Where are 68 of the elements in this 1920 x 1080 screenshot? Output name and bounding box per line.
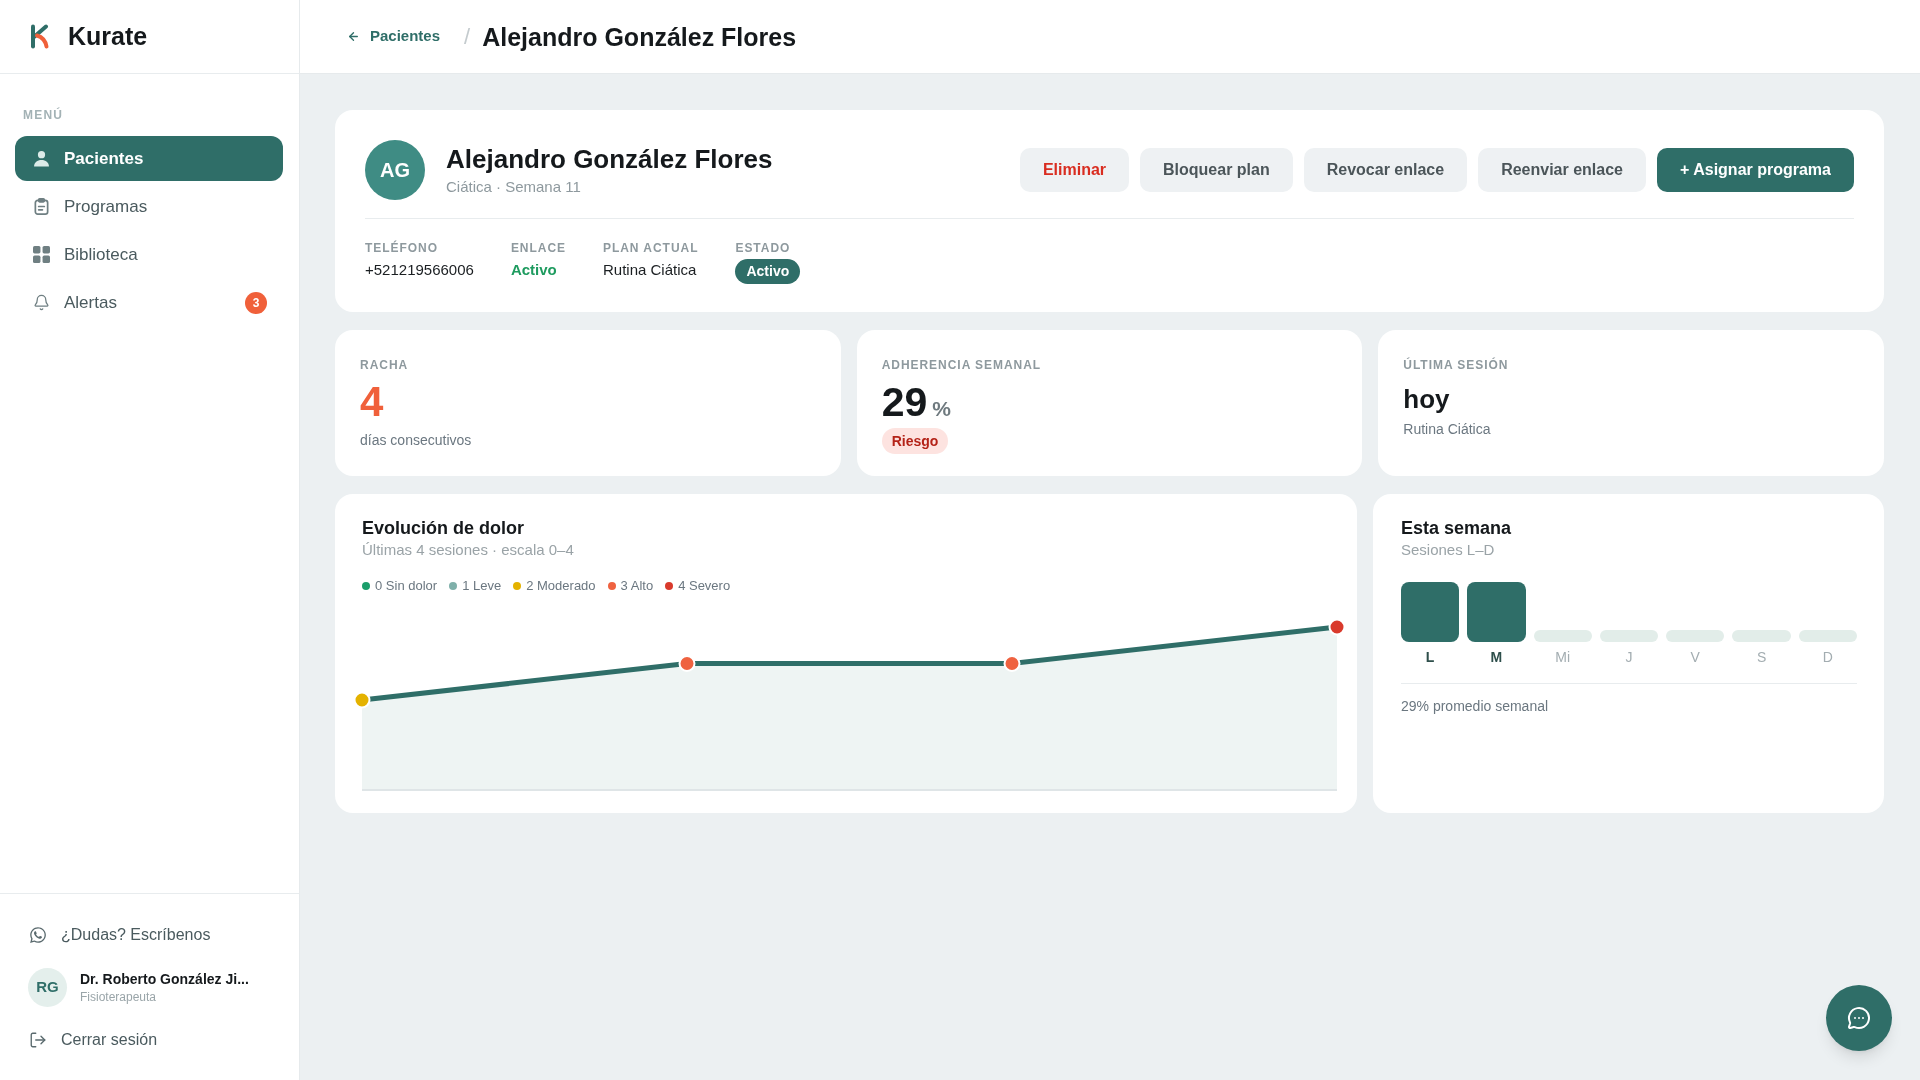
day-label: S <box>1756 648 1767 666</box>
legend-label: 0 Sin dolor <box>375 577 438 595</box>
week-summary: 29% promedio semanal <box>1401 697 1549 716</box>
stat-label: RACHA <box>360 358 409 372</box>
message-bubble-icon <box>29 926 47 944</box>
legend-label: 2 Moderado <box>526 577 596 595</box>
back-arrow-icon <box>347 30 360 43</box>
bell-icon <box>33 294 50 311</box>
help-link[interactable]: ¿Dudas? Escríbenos <box>29 923 211 947</box>
stat-caption: días consecutivos <box>360 431 472 450</box>
stat-value: 4 <box>360 380 384 424</box>
nav-item[interactable]: Biblioteca <box>15 232 283 277</box>
logo-icon <box>30 24 50 49</box>
patient-subtitle: Ciática · Semana 11 <box>446 177 581 197</box>
week-title: Esta semana <box>1401 517 1512 540</box>
stat-value: 29 <box>881 380 928 424</box>
breadcrumb-separator: / <box>464 25 471 48</box>
action-button[interactable]: Reenviar enlace <box>1478 148 1646 192</box>
field-label: PLAN ACTUAL <box>603 241 699 255</box>
person-icon <box>33 150 50 167</box>
patient-name: Alejandro González Flores <box>446 143 773 175</box>
section-label: MENÚ <box>23 108 64 122</box>
field-label: ENLACE <box>510 241 566 255</box>
day-label: Mi <box>1555 648 1571 666</box>
week-subtitle: Sesiones L–D <box>1401 540 1495 559</box>
field-label: ESTADO <box>735 241 791 255</box>
user-avatar: RG <box>28 968 67 1007</box>
status-badge: Activo <box>735 259 801 284</box>
action-button[interactable]: + Asignar programa <box>1657 148 1854 192</box>
nav-item[interactable]: Alertas 3 <box>15 280 283 325</box>
day-label: V <box>1690 648 1700 666</box>
nav-item[interactable]: Programas <box>15 184 283 229</box>
chart-subtitle: Últimas 4 sesiones · escala 0–4 <box>362 540 574 559</box>
stat-unit: % <box>932 397 951 421</box>
day-label: J <box>1625 648 1633 666</box>
chart-title: Evolución de dolor <box>362 517 524 540</box>
legend-label: 1 Leve <box>462 577 502 595</box>
logout-button[interactable]: Cerrar sesión <box>29 1028 158 1052</box>
logout-icon <box>29 1031 47 1049</box>
action-button[interactable]: Bloquear plan <box>1140 148 1293 192</box>
patient-avatar: AG <box>365 140 425 200</box>
day-label: L <box>1425 648 1435 666</box>
field-label: TELÉFONO <box>365 241 438 255</box>
page-title: Alejandro González Flores <box>482 21 797 53</box>
stat-label: ADHERENCIA SEMANAL <box>881 358 1042 372</box>
chat-icon <box>1847 1006 1871 1030</box>
day-label: M <box>1490 648 1503 666</box>
stat-value: hoy <box>1403 383 1450 415</box>
action-button[interactable]: Revocar enlace <box>1303 148 1468 192</box>
risk-badge: Riesgo <box>881 428 949 454</box>
stat-label: ÚLTIMA SESIÓN <box>1403 358 1509 372</box>
chat-button[interactable] <box>1826 985 1892 1051</box>
grid-icon <box>33 246 50 263</box>
back-link[interactable]: Pacientes <box>347 25 441 48</box>
stat-caption: Rutina Ciática <box>1403 420 1491 439</box>
field-value: +521219566006 <box>365 260 474 280</box>
day-label: D <box>1822 648 1833 666</box>
clipboard-icon <box>33 198 50 215</box>
action-button[interactable]: Eliminar <box>1019 148 1130 192</box>
user-name: Dr. Roberto González Ji... <box>80 969 249 989</box>
legend-label: 4 Severo <box>678 577 731 595</box>
field-value: Rutina Ciática <box>603 260 697 280</box>
brand-name: Kurate <box>68 24 148 49</box>
legend-label: 3 Alto <box>620 577 654 595</box>
nav-item[interactable]: Pacientes <box>15 136 283 181</box>
user-role: Fisioterapeuta <box>80 988 157 1006</box>
field-value: Activo <box>510 260 557 280</box>
count-badge: 3 <box>245 291 267 314</box>
